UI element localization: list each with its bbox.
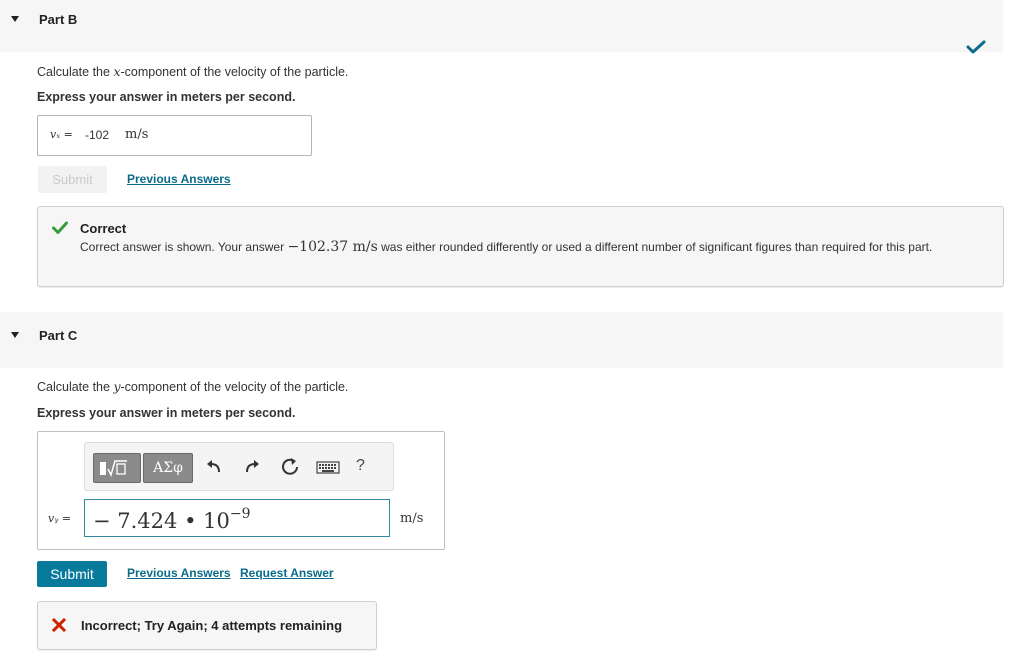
part-b-question: Calculate the x-component of the velocit… (37, 64, 349, 79)
templates-button[interactable] (93, 453, 141, 483)
part-c-answer-input[interactable]: − 7.424 • 10−9 (84, 499, 390, 537)
keyboard-icon[interactable] (315, 456, 341, 478)
checkmark-icon (966, 40, 986, 54)
part-b-header[interactable]: Part B (0, 0, 1003, 52)
collapse-triangle-icon[interactable] (11, 16, 19, 22)
part-c-title: Part C (39, 328, 78, 343)
part-b-submit-button[interactable]: Submit (38, 166, 107, 193)
part-b-instruction: Express your answer in meters per second… (37, 90, 296, 104)
undo-icon[interactable] (203, 456, 225, 478)
feedback-text: Incorrect; Try Again; 4 attempts remaini… (81, 618, 343, 633)
part-b-previous-answers-link[interactable]: Previous Answers (127, 172, 231, 186)
collapse-triangle-icon[interactable] (11, 332, 19, 338)
answer-expression: − 7.424 • 10−9 (93, 506, 251, 533)
checkmark-icon (52, 221, 68, 234)
part-c-answer-area: ΑΣφ ? vᵧ = − 7.424 • 10−9 m/s (37, 431, 445, 550)
part-b-title: Part B (39, 12, 78, 27)
answer-variable-label: vₓ = (50, 128, 73, 141)
part-c-previous-answers-link[interactable]: Previous Answers (127, 566, 231, 580)
template-fraction-sqrt-icon (100, 460, 127, 478)
part-c-header[interactable]: Part C (0, 312, 1003, 368)
part-b-feedback-correct: Correct Correct answer is shown. Your an… (37, 206, 1004, 287)
part-c-instruction: Express your answer in meters per second… (37, 406, 296, 420)
answer-unit: m/s (400, 511, 424, 526)
part-b-answer-field: vₓ = -102 m/s (37, 115, 312, 156)
answer-variable-label: vᵧ = (48, 512, 72, 525)
x-mark-icon (52, 618, 66, 632)
reset-icon[interactable] (279, 456, 301, 478)
symbols-button[interactable]: ΑΣφ (143, 453, 193, 483)
part-c-request-answer-link[interactable]: Request Answer (240, 566, 334, 580)
answer-value: -102 (85, 128, 110, 142)
part-c-feedback-incorrect: Incorrect; Try Again; 4 attempts remaini… (37, 601, 377, 650)
part-c-submit-button[interactable]: Submit (37, 561, 107, 587)
feedback-body: Correct answer is shown. Your answer −10… (80, 239, 933, 255)
answer-unit: m/s (125, 127, 149, 142)
help-button[interactable]: ? (356, 457, 365, 475)
part-c-question: Calculate the y-component of the velocit… (37, 379, 349, 394)
math-toolbar: ΑΣφ ? (84, 442, 394, 491)
redo-icon[interactable] (241, 456, 263, 478)
feedback-title: Correct (80, 221, 127, 236)
